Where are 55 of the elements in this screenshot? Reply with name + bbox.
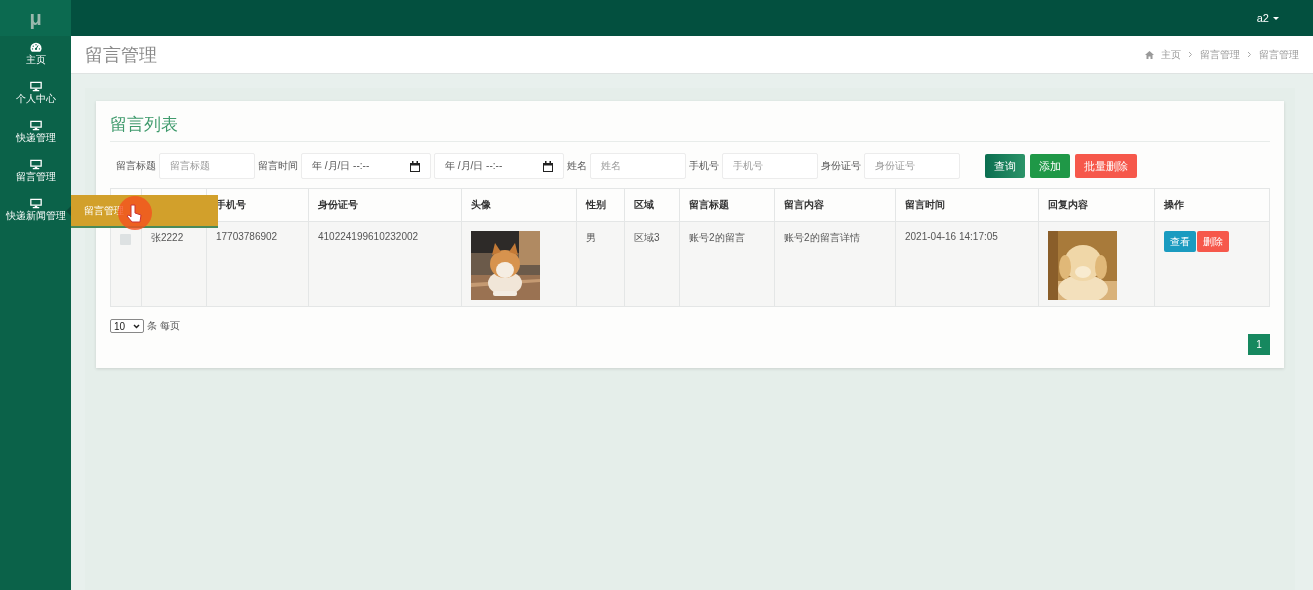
breadcrumb-link[interactable]: 留言管理 [1200,47,1240,62]
table-cell: 区域3 [624,221,680,307]
calendar-icon [410,160,420,172]
chevron-icon [1188,51,1193,58]
input-field[interactable]: 身份证号 [864,153,960,179]
table-cell: 410224199610232002 [308,221,462,307]
sidebar-item[interactable]: 留言管理 [0,153,71,192]
delete-button[interactable]: 批量删除 [1075,154,1137,178]
add-button[interactable]: 添加 [1030,154,1070,178]
row-checkbox[interactable] [120,234,131,245]
sidebar-item[interactable]: 快递新闻管理 [0,192,71,231]
view-button[interactable]: 查看 [1164,231,1196,252]
breadcrumb-link[interactable]: 主页 [1161,47,1181,62]
input-field[interactable]: 留言标题 [159,153,255,179]
column-header: 身份证号 [308,188,462,222]
calendar-icon [543,160,553,172]
column-header: 性别 [576,188,625,222]
query-button[interactable]: 查询 [985,154,1025,178]
page-size-label: 条 每页 [147,319,180,333]
sidebar-item[interactable]: 个人中心 [0,75,71,114]
delete-button[interactable]: 删除 [1197,231,1229,252]
filter-label: 身份证号 [821,159,861,173]
filter-label: 手机号 [689,159,719,173]
table-cell: 2021-04-16 14:17:05 [895,221,1039,307]
page-size-select[interactable]: 10 [110,319,144,333]
table-cell: 17703786902 [206,221,309,307]
column-header: 留言内容 [774,188,896,222]
page-title: 留言管理 [85,43,157,67]
date-field[interactable]: 年 /月/日 --:-- [301,153,431,179]
column-header: 留言标题 [679,188,775,222]
chevron-icon [1247,51,1252,58]
home-icon [1145,50,1154,59]
input-field[interactable]: 手机号 [722,153,818,179]
panel-title: 留言列表 [110,113,1270,142]
column-header: 操作 [1154,188,1270,222]
table-cell: 男 [576,221,625,307]
date-field[interactable]: 年 /月/日 --:-- [434,153,564,179]
column-header: 留言时间 [895,188,1039,222]
table-cell: 账号2的留言详情 [774,221,896,307]
user-menu[interactable]: a2 [1250,11,1285,25]
brand-logo: μ [0,0,71,36]
chevron-down-icon [133,323,140,329]
column-header: 区域 [624,188,680,222]
breadcrumb-link[interactable]: 留言管理 [1259,47,1299,62]
sidebar-item[interactable]: 主页 [0,36,71,75]
table-cell: 账号2的留言 [679,221,775,307]
sidebar-item[interactable]: 快递管理 [0,114,71,153]
input-field[interactable]: 姓名 [590,153,686,179]
column-header: 回复内容 [1038,188,1155,222]
filter-label: 姓名 [567,159,587,173]
caret-icon [1273,16,1279,20]
filter-label: 留言标题 [116,159,156,173]
column-header: 头像 [461,188,577,222]
page-button[interactable]: 1 [1248,334,1270,355]
filter-label: 留言时间 [258,159,298,173]
